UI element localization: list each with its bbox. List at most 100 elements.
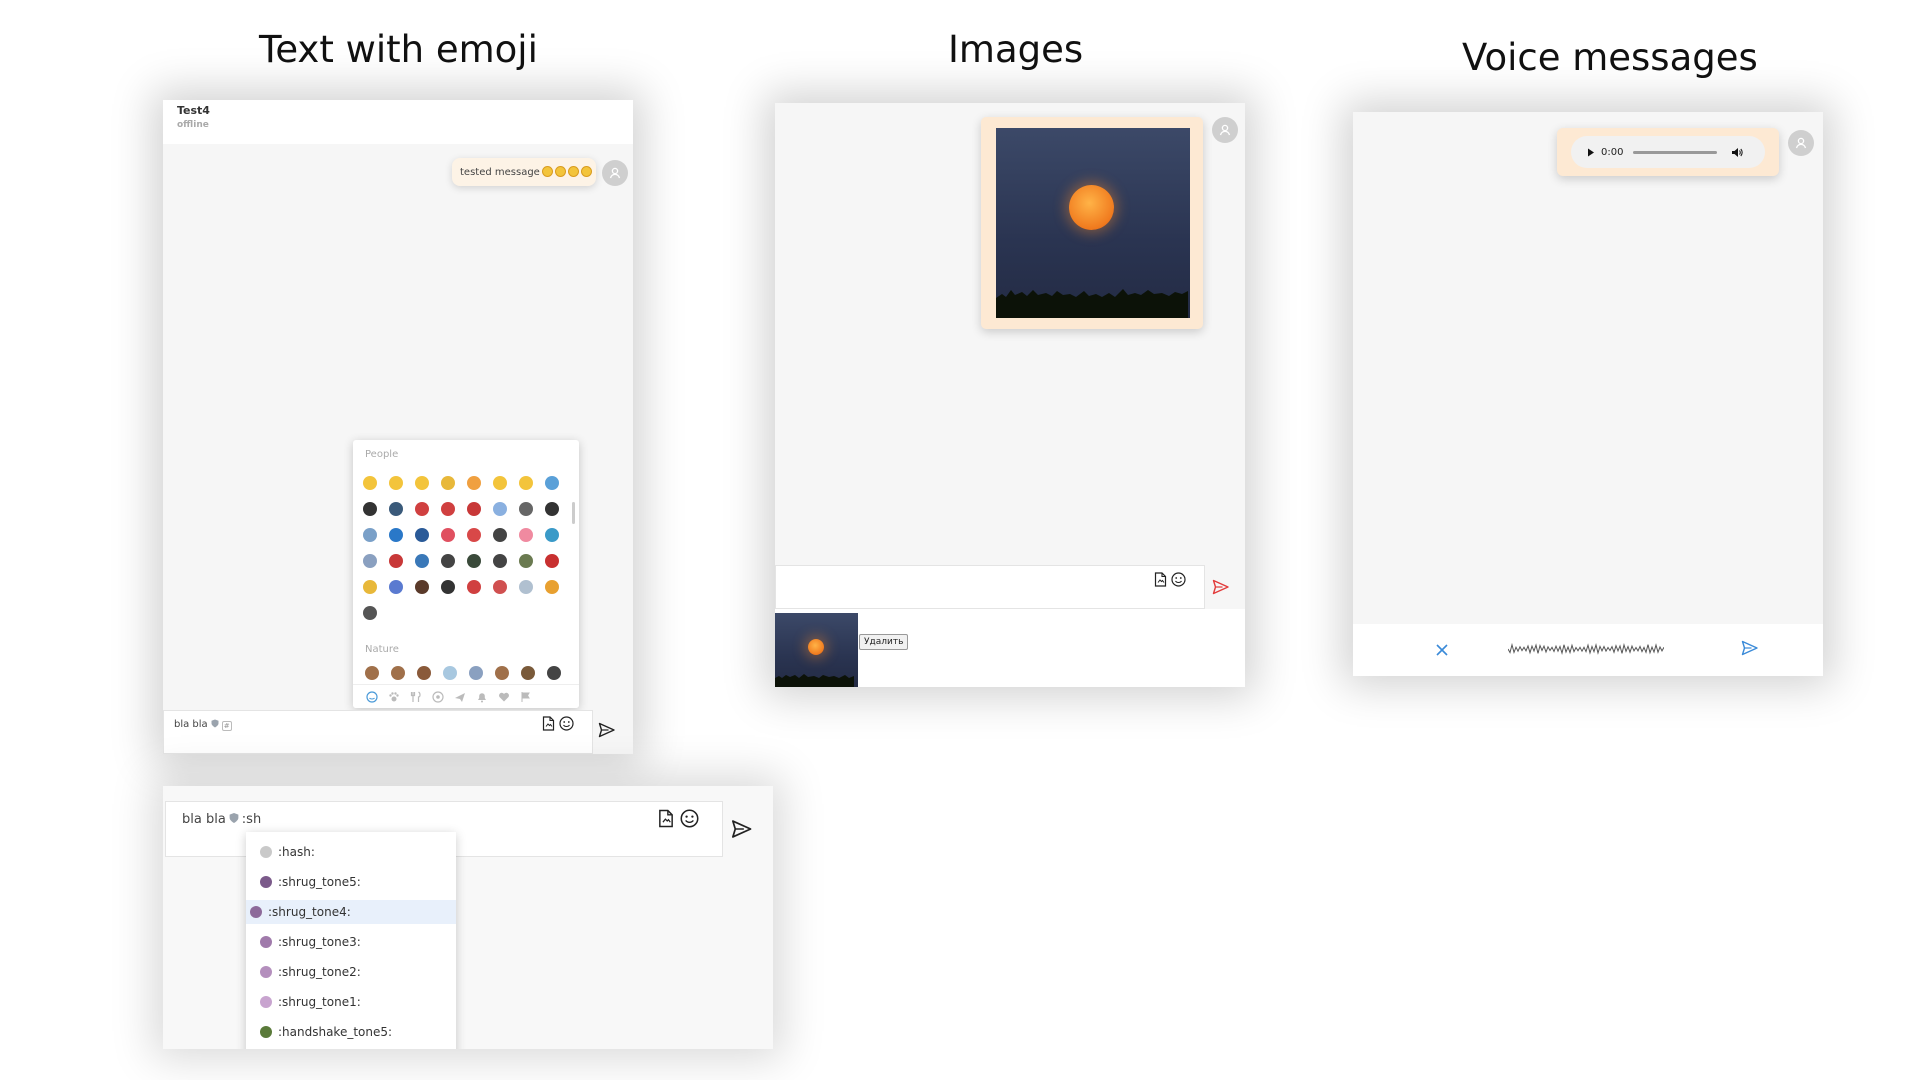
emoji-cell[interactable] (519, 580, 533, 594)
emoji-cell[interactable] (545, 554, 559, 568)
emoji-cell[interactable] (467, 554, 481, 568)
suggestion-item[interactable]: :hash: (246, 840, 456, 864)
emoji-cell[interactable] (441, 502, 455, 516)
emoji-cell[interactable] (441, 554, 455, 568)
emoji-cell[interactable] (417, 666, 431, 680)
emoji-cell[interactable] (441, 528, 455, 542)
moon-photo[interactable] (996, 128, 1190, 318)
soccer-ball-icon[interactable] (431, 690, 445, 704)
emoji-cell[interactable] (415, 476, 429, 490)
emoji-button-icon[interactable] (1171, 572, 1186, 587)
emoji-cell[interactable] (495, 666, 509, 680)
emoji-cell[interactable] (545, 502, 559, 516)
audio-progress-track[interactable] (1633, 150, 1718, 154)
emoji-cell[interactable] (545, 580, 559, 594)
emoji-cell[interactable] (493, 502, 507, 516)
message-input[interactable] (775, 565, 1205, 609)
delete-attachment-button[interactable]: Удалить (859, 634, 909, 650)
user-avatar-icon (1212, 117, 1238, 143)
emoji-cell[interactable] (493, 476, 507, 490)
suggestion-item[interactable]: :shrug_tone1: (246, 990, 456, 1014)
emoji-cell[interactable] (415, 528, 429, 542)
emoji-cell[interactable] (363, 606, 377, 620)
picker-scrollbar[interactable] (572, 502, 575, 524)
emoji-cell[interactable] (493, 528, 507, 542)
emoji-cell[interactable] (391, 666, 405, 680)
emoji-cell[interactable] (519, 554, 533, 568)
volume-icon[interactable] (1731, 147, 1744, 158)
attach-file-icon[interactable] (658, 809, 674, 828)
cancel-recording-icon[interactable] (1435, 642, 1449, 661)
emoji-cell[interactable] (441, 476, 455, 490)
emoji-cell[interactable] (467, 580, 481, 594)
emoji-cell[interactable] (363, 528, 377, 542)
suggestion-emoji-icon (260, 1026, 272, 1038)
fork-knife-icon[interactable] (409, 690, 423, 704)
audio-player[interactable]: 0:00 (1571, 136, 1765, 168)
emoji-cell[interactable] (363, 554, 377, 568)
paw-icon[interactable] (387, 690, 401, 704)
suggestion-label: :shrug_tone4: (268, 905, 351, 919)
emoji-button-icon[interactable] (559, 716, 574, 731)
emoji-cell[interactable] (467, 528, 481, 542)
emoji-cell[interactable] (493, 554, 507, 568)
attachment-preview-bar: Удалить (775, 609, 1245, 687)
emoji-cell[interactable] (493, 580, 507, 594)
suggestion-item[interactable]: :handshake_tone5: (246, 1020, 456, 1044)
send-icon[interactable] (598, 722, 616, 738)
treeline-shape (996, 289, 1188, 318)
emoji-suggestion-dropdown[interactable]: :hash::shrug_tone5::shrug_tone4::shrug_t… (246, 832, 456, 1049)
send-voice-icon[interactable] (1741, 640, 1759, 660)
airplane-icon[interactable] (453, 690, 467, 704)
send-icon[interactable] (731, 819, 753, 839)
play-icon[interactable] (1587, 148, 1595, 157)
emoji-cell[interactable] (363, 580, 377, 594)
emoji-cell[interactable] (467, 502, 481, 516)
grin-emoji-icon (580, 166, 592, 177)
suggestion-item[interactable]: :shrug_tone3: (246, 930, 456, 954)
emoji-picker[interactable]: People Nature (353, 440, 579, 708)
suggestion-item[interactable]: :shrug_tone5: (246, 870, 456, 894)
emoji-cell[interactable] (519, 502, 533, 516)
emoji-cell[interactable] (443, 666, 457, 680)
emoji-cell[interactable] (547, 666, 561, 680)
emoji-cell[interactable] (389, 580, 403, 594)
suggestion-item[interactable]: :shrug_tone4: (246, 900, 456, 924)
emoji-button-icon[interactable] (680, 809, 699, 828)
flag-icon[interactable] (519, 690, 533, 704)
message-bubble: tested message (452, 158, 596, 186)
title-voice-messages: Voice messages (1462, 36, 1758, 79)
input-text: bla bla (174, 719, 208, 730)
attachment-thumbnail[interactable] (775, 613, 858, 687)
emoji-cell[interactable] (545, 528, 559, 542)
emoji-cell[interactable] (415, 502, 429, 516)
emoji-cell[interactable] (467, 476, 481, 490)
emoji-cell[interactable] (415, 580, 429, 594)
send-icon[interactable] (1212, 579, 1230, 595)
emoji-cell[interactable] (363, 502, 377, 516)
emoji-cell[interactable] (365, 666, 379, 680)
emoji-cell[interactable] (519, 476, 533, 490)
emoji-cell[interactable] (389, 502, 403, 516)
emoji-cell[interactable] (363, 476, 377, 490)
suggestion-item[interactable]: :shrug_tone2: (246, 960, 456, 984)
attach-file-icon[interactable] (542, 716, 555, 731)
emoji-cell[interactable] (521, 666, 535, 680)
ac-input-text: bla bla (182, 812, 226, 827)
emoji-cell[interactable] (389, 476, 403, 490)
heart-icon[interactable] (497, 690, 511, 704)
treeline-shape (775, 674, 854, 687)
emoji-chat-window: Test4 offline tested message People Natu… (163, 100, 633, 754)
emoji-cell[interactable] (469, 666, 483, 680)
emoji-cell[interactable] (441, 580, 455, 594)
smiley-icon[interactable] (365, 690, 379, 704)
bell-icon[interactable] (475, 690, 489, 704)
emoji-cell[interactable] (545, 476, 559, 490)
emoji-cell[interactable] (389, 554, 403, 568)
emoji-cell[interactable] (415, 554, 429, 568)
emoji-cell[interactable] (519, 528, 533, 542)
chat-header: Test4 offline (163, 100, 633, 144)
message-input[interactable]: bla bla # (163, 710, 593, 754)
emoji-cell[interactable] (389, 528, 403, 542)
attach-file-icon[interactable] (1154, 572, 1167, 587)
